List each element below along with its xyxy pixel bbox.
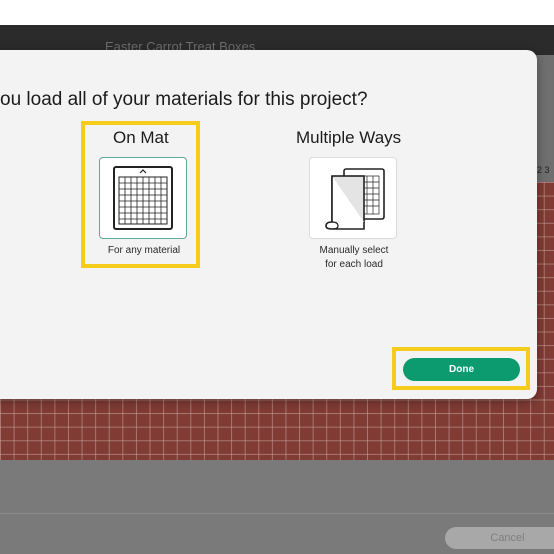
- option-desc-line-2: for each load: [325, 259, 383, 270]
- done-highlight-box: [392, 347, 530, 390]
- option-desc-line-1: Manually select: [319, 245, 389, 256]
- mat-and-roll-icon: [325, 168, 385, 230]
- multiple-ways-option-card[interactable]: [309, 157, 397, 239]
- footer-divider: [0, 513, 554, 514]
- option-desc-multiple-ways: Manually select for each load: [302, 244, 406, 272]
- top-strip: [0, 0, 554, 25]
- cancel-button[interactable]: Cancel: [445, 527, 554, 549]
- dialog-question: ou load all of your materials for this p…: [0, 89, 368, 110]
- ruler-labels: 2 3: [537, 165, 550, 175]
- option-title-multiple-ways: Multiple Ways: [296, 128, 402, 147]
- on-mat-highlight-box: [81, 121, 200, 268]
